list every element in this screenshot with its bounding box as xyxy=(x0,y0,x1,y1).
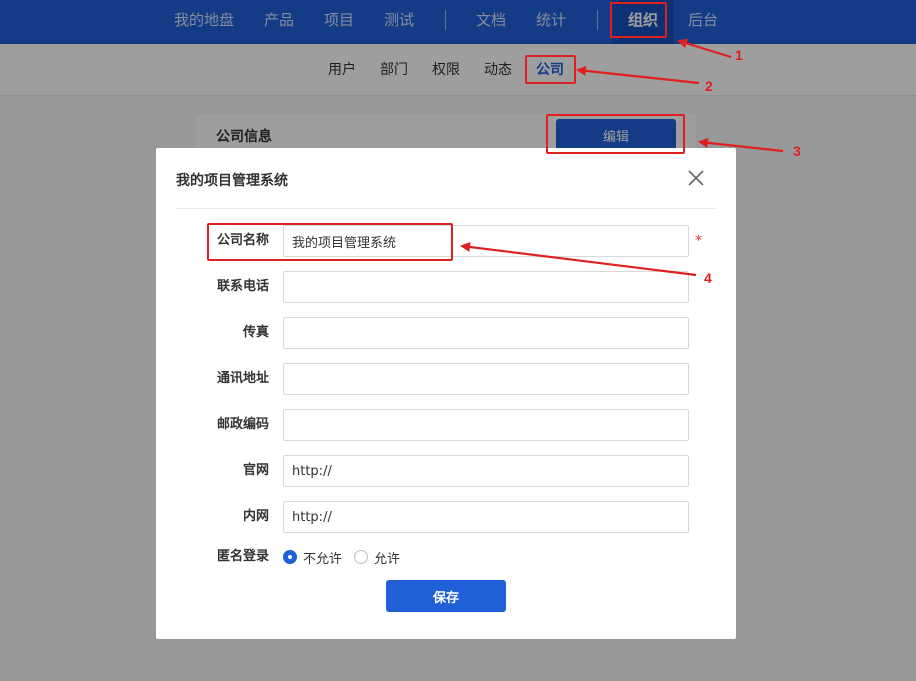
app-root: 我的地盘 产品 项目 测试 文档 统计 组织 后台 用户 部门 权限 动态 公司… xyxy=(0,0,916,681)
phone-label: 联系电话 xyxy=(216,279,269,294)
website-input[interactable] xyxy=(283,455,689,487)
radio-unchecked-icon xyxy=(354,550,369,564)
form-row-website: 官网 xyxy=(156,455,736,487)
company-edit-modal: 我的项目管理系统 公司名称 * 联系电话 传真 通讯地址 邮政编码 官网 xyxy=(156,148,736,639)
form-row-company-name: 公司名称 * xyxy=(156,225,736,257)
annotation-number-2: 2 xyxy=(705,78,713,94)
form-row-intranet: 内网 xyxy=(156,501,736,533)
zipcode-input[interactable] xyxy=(283,409,689,441)
address-label: 通讯地址 xyxy=(216,371,269,386)
anonymous-radio-group: 不允许 允许 xyxy=(283,541,412,573)
save-button[interactable]: 保存 xyxy=(386,580,506,612)
radio-disallow[interactable]: 不允许 xyxy=(283,548,342,567)
form-row-zipcode: 邮政编码 xyxy=(156,409,736,441)
radio-allow[interactable]: 允许 xyxy=(354,548,400,567)
close-icon[interactable] xyxy=(686,168,706,188)
radio-checked-icon xyxy=(283,550,297,564)
phone-input[interactable] xyxy=(283,271,689,303)
zipcode-label: 邮政编码 xyxy=(216,417,269,432)
annotation-number-4: 4 xyxy=(704,270,712,286)
fax-input[interactable] xyxy=(283,317,689,349)
radio-disallow-label: 不允许 xyxy=(303,551,343,567)
annotation-number-1: 1 xyxy=(735,47,743,63)
address-input[interactable] xyxy=(283,363,689,395)
intranet-label: 内网 xyxy=(242,509,269,524)
intranet-input[interactable] xyxy=(283,501,689,533)
website-label: 官网 xyxy=(242,463,269,478)
annotation-number-3: 3 xyxy=(793,143,801,159)
form-row-anonymous: 匿名登录 不允许 允许 xyxy=(156,541,736,573)
form-row-address: 通讯地址 xyxy=(156,363,736,395)
company-name-label: 公司名称 xyxy=(216,233,269,248)
fax-label: 传真 xyxy=(242,325,269,340)
anonymous-label: 匿名登录 xyxy=(216,549,269,564)
modal-divider xyxy=(176,208,716,209)
form-row-phone: 联系电话 xyxy=(156,271,736,303)
modal-title: 我的项目管理系统 xyxy=(176,173,288,189)
form-row-fax: 传真 xyxy=(156,317,736,349)
required-marker: * xyxy=(695,233,702,249)
company-name-input[interactable] xyxy=(283,225,689,257)
radio-allow-label: 允许 xyxy=(374,551,401,567)
